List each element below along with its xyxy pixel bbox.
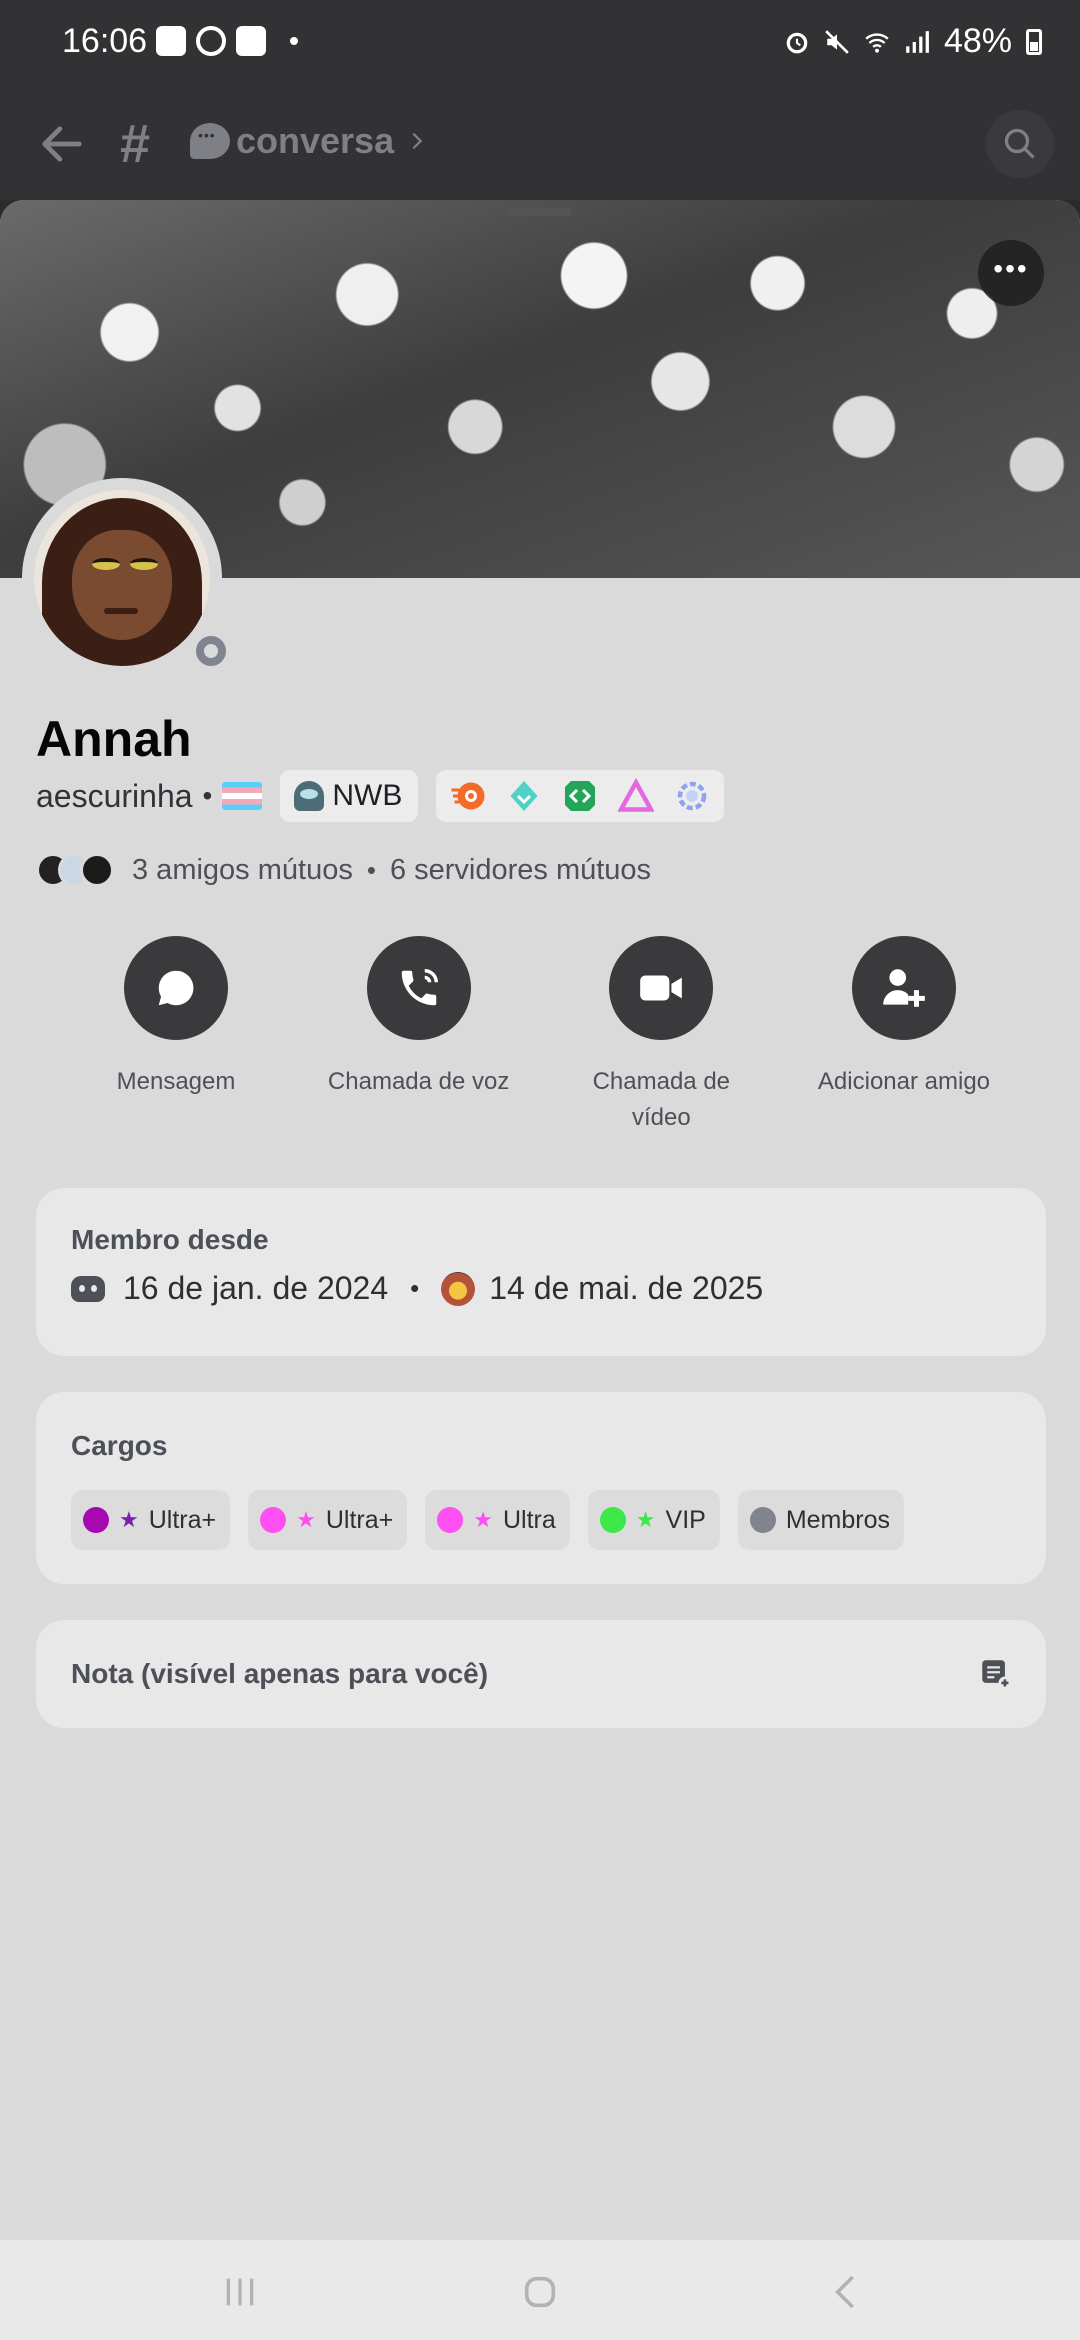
profile-actions: Mensagem Chamada de voz Chamada de vídeo… [56,936,1024,1136]
status-bar: 16:06 48% [0,0,1080,88]
chevron-right-icon [412,132,423,150]
note-label: Nota (visível apenas para você) [71,1658,489,1689]
more-notifications-icon [290,37,298,45]
discord-logo-icon [71,1275,105,1302]
channel-hash-icon: # [120,114,151,174]
channel-name: conversa [236,120,395,161]
quest-icon[interactable] [674,778,710,814]
username-row: aescurinha • NWB [36,768,725,824]
roles-title: Cargos [71,1430,168,1461]
member-since-card: Membro desde 16 de jan. de 2024 • 14 de … [36,1188,1046,1356]
search-button[interactable] [986,110,1054,178]
status-indicator [188,628,234,674]
video-camera-icon [640,975,683,1001]
notification-icons [156,26,298,56]
avatar [34,490,210,666]
role-chip[interactable]: Membros [737,1490,904,1550]
member-since-title: Membro desde [71,1224,269,1255]
role-color-dot [260,1507,287,1533]
member-since-dates: 16 de jan. de 2024 • 14 de mai. de 2025 [71,1270,763,1307]
battery-icon [1026,28,1042,55]
chat-bubble-icon [158,970,194,1006]
add-note-icon[interactable] [978,1656,1012,1690]
search-icon [1004,128,1035,159]
mutual-friend-avatar [80,853,114,887]
star-icon: ★ [119,1507,139,1532]
server-tag-label: NWB [332,779,403,812]
role-color-dot [83,1507,109,1533]
home-icon[interactable] [520,2272,560,2312]
hypesquad-icon[interactable] [618,778,655,814]
mutuals-row[interactable]: 3 amigos mútuos • 6 servidores mútuos [36,848,651,892]
whatsapp-icon [196,26,226,56]
system-icons: 48% [784,22,1042,61]
add-friend-label: Adicionar amigo [817,1068,991,1095]
video-call-button[interactable]: Chamada de vídeo [541,936,781,1136]
role-chip[interactable]: ★ Ultra+ [71,1490,231,1550]
add-friend-icon [883,969,925,1007]
display-name: Annah [36,711,192,767]
phone-icon [401,969,438,1006]
channel-header: # conversa [0,88,1080,200]
role-chip[interactable]: ★ Ultra+ [248,1490,408,1550]
trans-flag-icon [222,782,263,810]
role-color-dot [749,1507,776,1533]
role-list: ★ Ultra+ ★ Ultra+ ★ Ultra ★ VIP Membros [71,1490,904,1550]
mushroom-icon [294,781,325,811]
nitro-icon[interactable] [450,778,486,814]
badge-list [436,770,725,822]
role-chip[interactable]: ★ VIP [587,1490,720,1550]
wifi-icon [865,32,889,53]
note-card[interactable]: Nota (visível apenas para você) [36,1620,1046,1728]
discord-join-date: 16 de jan. de 2024 [123,1270,389,1306]
gallery-icon [156,26,186,56]
profile-sheet: ••• Annah aescurinha • NWB 3 amigos mútu… [0,200,1080,2240]
more-options-button[interactable]: ••• [978,240,1044,306]
role-color-dot [599,1507,626,1533]
role-chip[interactable]: ★ Ultra [425,1490,570,1550]
mute-icon [825,29,849,54]
role-color-dot [437,1507,464,1533]
roles-card: Cargos ★ Ultra+ ★ Ultra+ ★ Ultra ★ VIP M… [36,1392,1046,1584]
mutual-friends-count[interactable]: 3 amigos mútuos [132,854,353,887]
server-icon [441,1271,476,1306]
add-friend-button[interactable]: Adicionar amigo [784,936,1024,1136]
back-arrow-icon[interactable] [36,118,88,170]
active-developer-icon[interactable] [562,778,598,814]
clock: 16:06 [62,22,148,60]
voice-call-button[interactable]: Chamada de voz [299,936,539,1136]
back-nav-icon[interactable] [826,2272,866,2312]
server-tag[interactable]: NWB [280,770,419,822]
username[interactable]: aescurinha [36,778,193,815]
star-icon: ★ [296,1507,316,1532]
star-icon: ★ [473,1507,493,1532]
signal-icon [906,30,929,53]
message-label: Mensagem [116,1068,236,1095]
battery-percent: 48% [943,22,1012,60]
mutual-servers-count[interactable]: 6 servidores mútuos [390,854,651,887]
star-icon: ★ [635,1507,656,1532]
message-button[interactable]: Mensagem [56,936,296,1136]
recent-apps-icon[interactable] [220,2272,260,2312]
alarm-icon [786,32,808,53]
offline-status-icon [196,636,226,666]
speech-bubble-icon [190,123,230,159]
avatar-container[interactable] [22,478,234,678]
voice-call-label: Chamada de voz [327,1068,510,1095]
boost-icon[interactable] [506,778,542,814]
sheet-drag-handle[interactable] [508,208,572,216]
system-nav-bar [0,2240,1080,2340]
channel-title[interactable]: conversa [190,120,428,162]
server-join-date: 14 de mai. de 2025 [489,1270,764,1306]
video-call-label: Chamada de vídeo [592,1068,731,1131]
shopping-bag-icon [236,26,266,56]
